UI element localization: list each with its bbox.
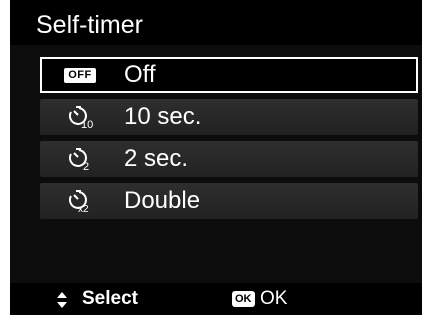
ok-hint-label: OK: [260, 288, 288, 309]
menu-item-label: Off: [124, 61, 156, 88]
page-title: Self-timer: [36, 11, 143, 39]
up-down-arrows-icon: [56, 291, 68, 309]
off-icon: OFF: [60, 57, 100, 93]
svg-text:2: 2: [83, 161, 89, 173]
menu-item-2-sec[interactable]: 2 2 sec.: [40, 141, 418, 177]
timer-double-icon: x2: [60, 183, 100, 219]
menu-item-label: 2 sec.: [124, 145, 189, 172]
svg-text:x2: x2: [78, 204, 89, 215]
menu-item-off[interactable]: OFF Off: [40, 57, 418, 93]
menu-item-10-sec[interactable]: 10 10 sec.: [40, 99, 418, 135]
menu-item-label: 10 sec.: [124, 103, 202, 130]
self-timer-menu: OFF Off 10 10 sec. 2 2 sec. x2 Double: [40, 57, 418, 225]
menu-item-double[interactable]: x2 Double: [40, 183, 418, 219]
timer-10-sec-icon: 10: [60, 99, 100, 135]
ok-button-icon: OK: [232, 291, 255, 307]
camera-screen: Self-timer OFF Off 10 10 sec. 2 2 sec. x…: [10, 0, 422, 315]
menu-item-label: Double: [124, 187, 201, 214]
timer-2-sec-icon: 2: [60, 141, 100, 177]
footer-hint-bar: Select OK OK: [10, 283, 422, 315]
select-hint-label: Select: [82, 288, 138, 309]
svg-text:10: 10: [81, 119, 93, 131]
title-bar: Self-timer: [10, 0, 422, 45]
